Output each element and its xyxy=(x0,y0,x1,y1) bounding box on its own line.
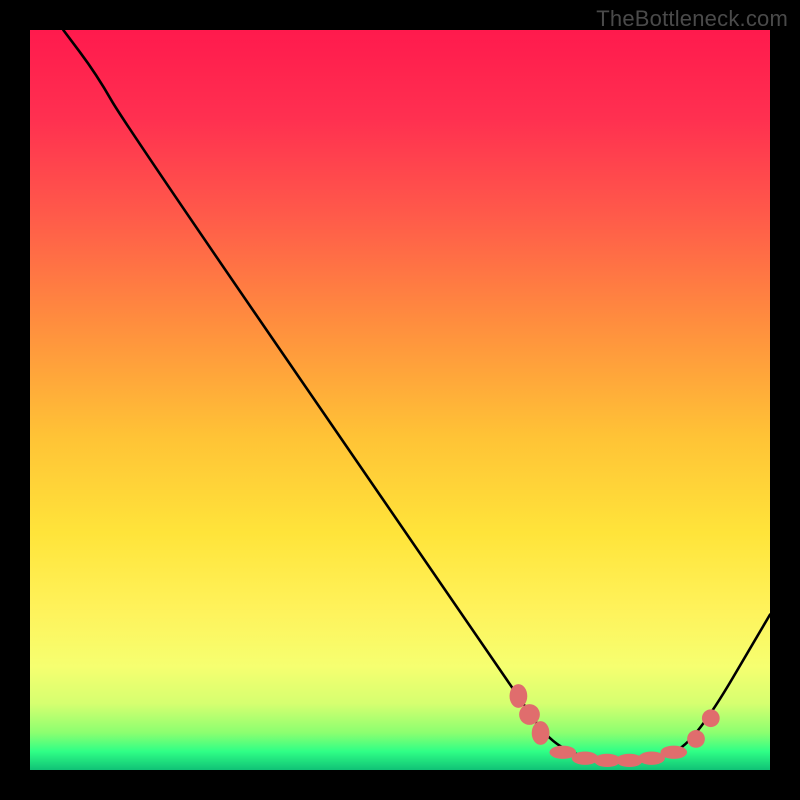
curve-markers xyxy=(510,684,720,767)
chart-frame: TheBottleneck.com xyxy=(0,0,800,800)
marker-dot xyxy=(702,709,720,727)
watermark-text: TheBottleneck.com xyxy=(596,6,788,32)
bottleneck-curve xyxy=(63,30,770,762)
curve-layer xyxy=(30,30,770,770)
marker-dot xyxy=(687,730,705,748)
marker-dot xyxy=(519,704,540,725)
plot-area xyxy=(30,30,770,770)
marker-dot xyxy=(532,721,550,745)
marker-dot xyxy=(616,754,643,767)
marker-dot xyxy=(572,752,599,765)
marker-dot xyxy=(660,746,687,759)
marker-dot xyxy=(510,684,528,708)
